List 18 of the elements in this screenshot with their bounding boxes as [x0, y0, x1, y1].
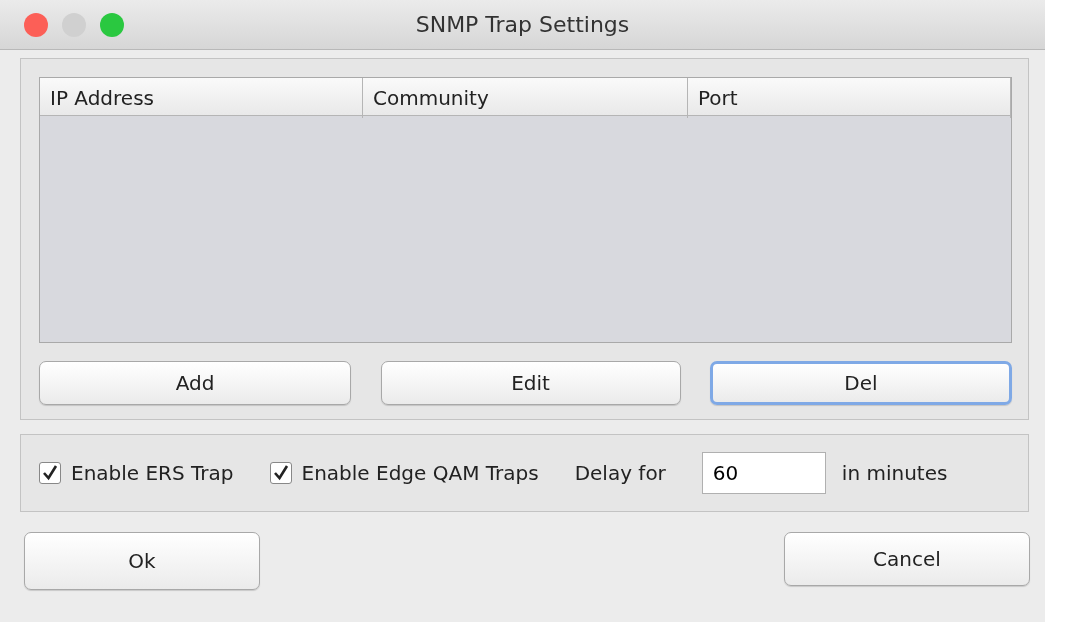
- window-title: SNMP Trap Settings: [415, 12, 630, 37]
- checkbox-label: Enable ERS Trap: [71, 460, 234, 487]
- window-button[interactable]: [24, 12, 48, 37]
- button[interactable]: Add: [39, 361, 351, 405]
- window-button[interactable]: [100, 12, 124, 37]
- column-header[interactable]: Port: [688, 78, 1011, 118]
- button[interactable]: Del: [710, 361, 1012, 405]
- checkbox[interactable]: [39, 462, 61, 484]
- column-header[interactable]: IP Address: [40, 78, 363, 118]
- delay-label: Delay for: [574, 460, 666, 487]
- unit-label: in minutes: [841, 460, 948, 487]
- button[interactable]: Ok: [24, 532, 260, 590]
- button[interactable]: Cancel: [784, 532, 1030, 586]
- checkbox[interactable]: [269, 462, 292, 484]
- delay-input[interactable]: 60: [701, 452, 826, 494]
- button[interactable]: Edit: [380, 361, 681, 405]
- checkbox-label: Enable Edge QAM Traps: [301, 460, 539, 487]
- column-header[interactable]: Community: [363, 78, 688, 118]
